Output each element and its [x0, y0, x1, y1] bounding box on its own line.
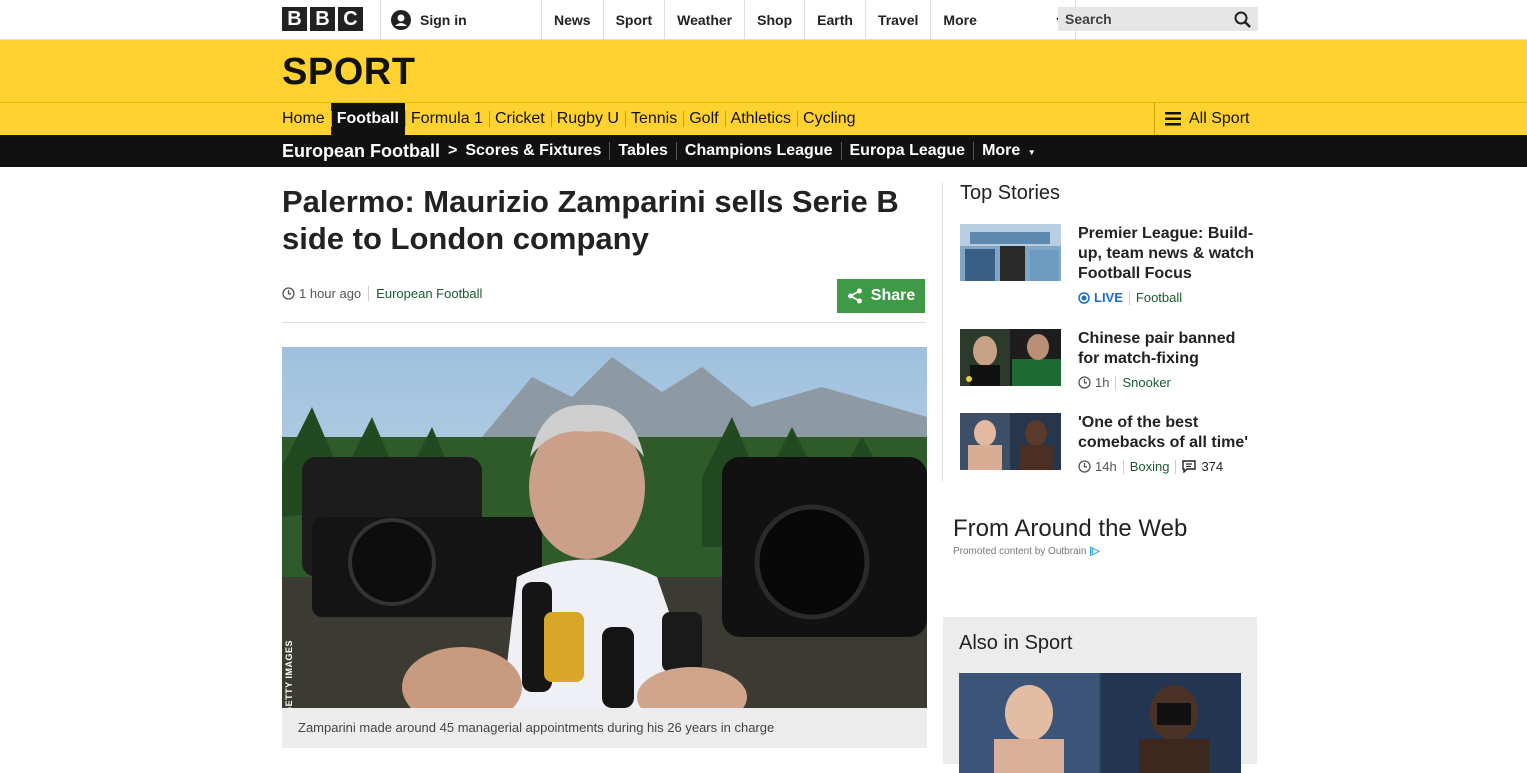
sub-nav-europa-league[interactable]: Europa League — [840, 142, 974, 160]
also-in-sport-panel: Also in Sport — [943, 617, 1257, 773]
comments-count[interactable]: 374 — [1182, 459, 1223, 474]
search-placeholder: Search — [1065, 11, 1112, 27]
global-nav-more[interactable]: More ▼ — [930, 0, 1077, 39]
meta-divider — [1175, 459, 1177, 474]
meta-divider — [368, 286, 370, 301]
search-input[interactable]: Search — [1058, 7, 1258, 31]
menu-icon — [1165, 112, 1181, 126]
user-icon — [391, 9, 411, 30]
live-label: LIVE — [1094, 290, 1123, 305]
clock-icon — [282, 287, 295, 300]
image-credit: GETTY IMAGES — [284, 640, 294, 714]
comment-icon — [1182, 460, 1197, 473]
clock-icon — [1078, 460, 1091, 473]
sign-in-label: Sign in — [420, 11, 467, 28]
global-nav-more-label: More — [943, 11, 977, 28]
sport-nav-rugby-union[interactable]: Rugby U — [550, 103, 625, 135]
live-icon — [1078, 291, 1090, 304]
sport-nav-cycling[interactable]: Cycling — [797, 103, 861, 135]
live-badge: LIVE — [1078, 290, 1123, 305]
sidebar-divider — [942, 183, 943, 481]
search-icon[interactable] — [1234, 11, 1251, 28]
story-time: 1h — [1095, 375, 1110, 390]
also-in-sport-image[interactable] — [959, 673, 1241, 773]
story-title[interactable]: 'One of the best comebacks of all time' — [1078, 413, 1260, 453]
story-title[interactable]: Premier League: Build-up, team news & wa… — [1078, 224, 1260, 284]
sign-in-button[interactable]: Sign in — [380, 0, 467, 39]
story-section-link[interactable]: Football — [1136, 290, 1182, 305]
meta-divider — [1128, 290, 1130, 305]
story-time: 14h — [1095, 459, 1117, 474]
hero-photo — [282, 347, 927, 708]
sport-title[interactable]: SPORT — [282, 51, 415, 94]
story-section-link[interactable]: Boxing — [1130, 459, 1170, 474]
divider — [282, 322, 926, 323]
share-label: Share — [870, 287, 916, 304]
all-sport-button[interactable]: All Sport — [1154, 103, 1258, 135]
sub-nav-champions-league[interactable]: Champions League — [675, 142, 841, 160]
story-meta: 14h Boxing 374 — [1078, 459, 1260, 474]
football-sub-nav: European Football > Scores & Fixtures Ta… — [0, 135, 1527, 167]
image-caption: Zamparini made around 45 managerial appo… — [282, 708, 927, 748]
story-meta: 1h Snooker — [1078, 375, 1260, 390]
sport-nav: Home Football Formula 1 Cricket Rugby U … — [0, 102, 1527, 135]
global-nav-news[interactable]: News — [541, 0, 603, 39]
global-nav-travel[interactable]: Travel — [864, 0, 930, 39]
sub-nav-more[interactable]: More ▼ — [973, 142, 1044, 160]
chevron-right-icon: > — [448, 142, 458, 159]
story-title[interactable]: Chinese pair banned for match-fixing — [1078, 329, 1260, 369]
article-section-link[interactable]: European Football — [376, 286, 482, 301]
sport-nav-cricket[interactable]: Cricket — [488, 103, 551, 135]
story-thumbnail[interactable] — [960, 413, 1061, 470]
sport-nav-football[interactable]: Football — [330, 103, 405, 135]
clock-icon — [1078, 376, 1091, 389]
promoted-label: Promoted content by Outbrain — [953, 546, 1087, 557]
outbrain-icon: |▷ — [1089, 546, 1100, 557]
meta-divider — [1122, 459, 1124, 474]
story-meta: LIVE Football — [1078, 290, 1260, 305]
sub-nav-scores-fixtures[interactable]: Scores & Fixtures — [465, 142, 609, 160]
sport-nav-tennis[interactable]: Tennis — [624, 103, 683, 135]
caret-down-icon: ▼ — [1027, 148, 1036, 157]
sport-nav-athletics[interactable]: Athletics — [724, 103, 797, 135]
sport-nav-golf[interactable]: Golf — [683, 103, 724, 135]
share-icon — [847, 288, 862, 304]
global-nav-sport[interactable]: Sport — [602, 0, 665, 39]
bbc-logo-letter: B — [310, 7, 335, 31]
global-nav-shop[interactable]: Shop — [744, 0, 804, 39]
all-sport-label: All Sport — [1189, 110, 1250, 127]
article-time: 1 hour ago — [299, 286, 362, 301]
global-nav-earth[interactable]: Earth — [804, 0, 865, 39]
article-meta: 1 hour ago European Football — [282, 286, 482, 301]
sub-nav-more-label: More — [982, 142, 1021, 159]
article-headline: Palermo: Maurizio Zamparini sells Serie … — [282, 184, 899, 256]
article-hero-image — [282, 347, 927, 708]
comments-number: 374 — [1201, 459, 1224, 474]
top-stories-title: Top Stories — [960, 182, 1061, 204]
meta-divider — [1115, 375, 1117, 390]
global-nav-bar: B B C Sign in News Sport Weather Shop Ea… — [0, 0, 1527, 40]
sport-masthead: SPORT — [0, 40, 1527, 102]
section-title[interactable]: European Football — [282, 141, 440, 162]
global-nav-weather[interactable]: Weather — [664, 0, 744, 39]
also-in-sport-title: Also in Sport — [959, 632, 1073, 654]
outbrain-promoted[interactable]: Promoted content by Outbrain |▷ — [953, 546, 1100, 557]
story-thumbnail[interactable] — [960, 329, 1061, 386]
story-thumbnail[interactable] — [960, 224, 1061, 281]
bbc-logo[interactable]: B B C — [282, 7, 363, 31]
sport-nav-home[interactable]: Home — [276, 103, 331, 135]
sub-nav-tables[interactable]: Tables — [609, 142, 676, 160]
from-around-web-title: From Around the Web — [953, 515, 1188, 542]
global-nav: News Sport Weather Shop Earth Travel Mor… — [541, 0, 1077, 39]
sport-nav-formula-1[interactable]: Formula 1 — [404, 103, 489, 135]
bbc-logo-letter: C — [338, 7, 363, 31]
share-button[interactable]: Share — [837, 279, 925, 313]
bbc-logo-letter: B — [282, 7, 307, 31]
story-section-link[interactable]: Snooker — [1122, 375, 1170, 390]
